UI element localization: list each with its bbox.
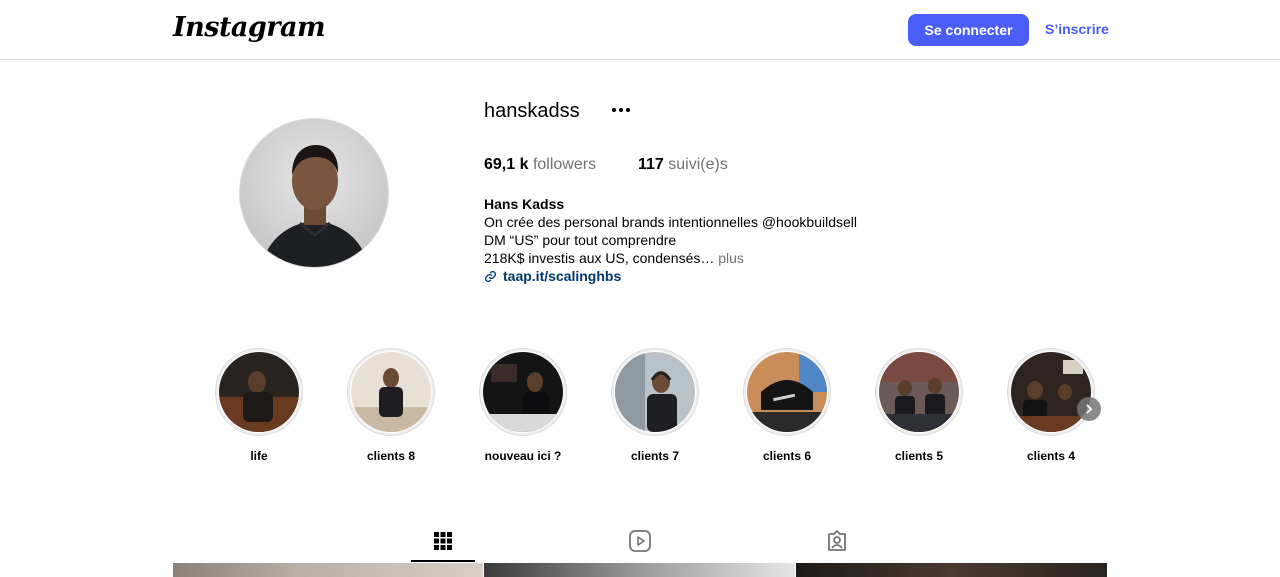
login-button[interactable]: Se connecter [908, 14, 1029, 46]
highlight-label: clients 7 [630, 449, 680, 463]
more-options-icon[interactable] [606, 98, 636, 122]
tab-posts[interactable] [407, 520, 479, 562]
highlight-clients-6[interactable]: clients 6 [743, 348, 831, 463]
highlight-label: clients 8 [366, 449, 416, 463]
highlight-thumbnail [219, 352, 299, 432]
bio-line: 218K$ investis aux US, condensés… [484, 250, 715, 266]
highlight-label: nouveau ici ? [484, 449, 562, 463]
post-thumbnail[interactable] [484, 563, 795, 577]
profile-avatar[interactable] [239, 118, 389, 268]
highlight-clients-8[interactable]: clients 8 [347, 348, 435, 463]
followers-label: followers [532, 156, 597, 173]
bio-line: DM “US” pour tout comprendre [484, 232, 677, 248]
followers-count: 69,1 k [484, 156, 529, 173]
highlight-thumbnail [879, 352, 959, 432]
highlight-thumbnail [615, 352, 695, 432]
highlight-label: clients 5 [894, 449, 944, 463]
signup-link[interactable]: S’inscrire [1045, 21, 1109, 37]
highlight-nouveau-ici[interactable]: nouveau ici ? [479, 348, 567, 463]
following-stat[interactable]: 117 suivi(e)s [638, 156, 728, 174]
post-thumbnail[interactable] [796, 563, 1107, 577]
profile-username: hanskadss [484, 100, 580, 122]
highlight-thumbnail [747, 352, 827, 432]
bio-line-truncated: 218K$ investis aux US, condensés… plus [484, 249, 857, 267]
avatar-photo [260, 145, 370, 267]
posts-grid [173, 563, 1107, 577]
active-tab-indicator [411, 560, 475, 562]
top-navigation-bar: Instagram Se connecter S’inscrire [0, 0, 1280, 60]
profile-external-link[interactable]: taap.it/scalinghbs [484, 267, 857, 285]
post-thumbnail[interactable] [173, 563, 483, 577]
highlight-clients-7[interactable]: clients 7 [611, 348, 699, 463]
followers-stat[interactable]: 69,1 k followers [484, 156, 596, 174]
highlight-life[interactable]: life [215, 348, 303, 463]
story-highlights: life clients 8 nouveau ici ? clients 7 c… [215, 348, 1107, 468]
tab-tagged[interactable] [801, 520, 873, 562]
profile-tabs [173, 520, 1107, 562]
instagram-logo[interactable]: Instagram [173, 12, 326, 43]
highlight-thumbnail [483, 352, 563, 432]
grid-icon [434, 532, 452, 550]
highlight-thumbnail [1011, 352, 1091, 432]
profile-link-text: taap.it/scalinghbs [503, 268, 622, 284]
highlight-label: clients 6 [762, 449, 812, 463]
following-count: 117 [638, 156, 664, 173]
link-icon [484, 270, 497, 282]
profile-full-name: Hans Kadss [484, 196, 565, 212]
bio-more-link[interactable]: plus [718, 250, 744, 266]
highlights-next-arrow-icon[interactable] [1077, 397, 1101, 421]
profile-bio: Hans Kadss On crée des personal brands i… [484, 195, 857, 285]
reels-icon [629, 530, 651, 552]
highlight-label: life [250, 449, 268, 463]
highlight-thumbnail [351, 352, 431, 432]
highlight-label: clients 4 [1026, 449, 1076, 463]
following-label: suivi(e)s [668, 156, 728, 173]
highlight-clients-5[interactable]: clients 5 [875, 348, 963, 463]
tagged-icon [828, 530, 846, 551]
tab-reels[interactable] [604, 520, 676, 562]
bio-line: On crée des personal brands intentionnel… [484, 214, 857, 230]
